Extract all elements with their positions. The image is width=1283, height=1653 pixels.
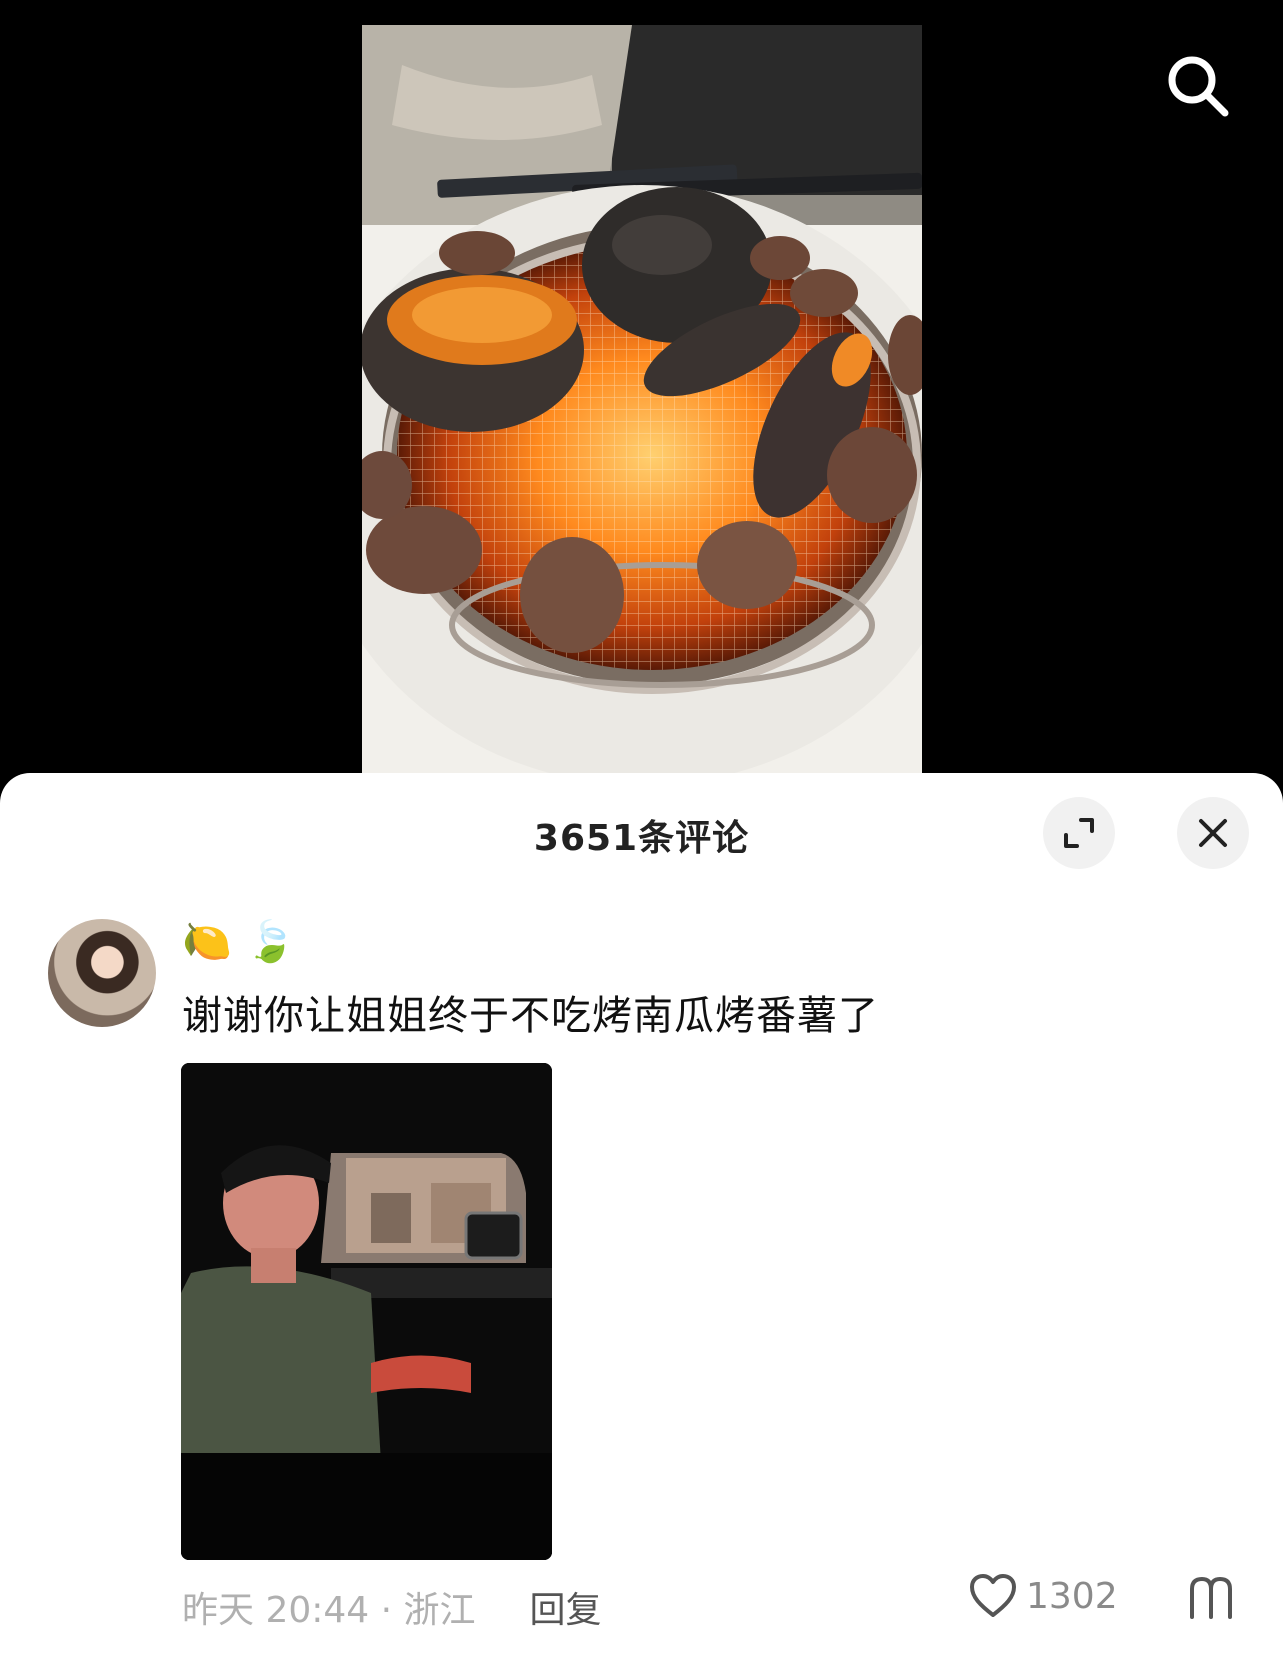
- expand-button[interactable]: [1043, 797, 1115, 869]
- expand-icon: [1064, 818, 1094, 848]
- comment-text: 谢谢你让姐姐终于不吃烤南瓜烤番薯了: [182, 993, 879, 1039]
- lemon-emoji: 🍋: [182, 918, 232, 965]
- username-emoji[interactable]: 🍋 🍃: [182, 915, 296, 967]
- search-icon: [1168, 56, 1229, 117]
- close-button[interactable]: [1177, 797, 1249, 869]
- dislike-button[interactable]: [1186, 1573, 1236, 1627]
- dislike-icon: [1190, 1577, 1232, 1619]
- reply-button[interactable]: 回复: [530, 1581, 602, 1633]
- search-button[interactable]: [1162, 50, 1234, 122]
- comment-sheet: 3651条评论 🍋 🍃 谢谢你让姐姐终于不吃烤南瓜烤番薯了 昨天 20:44 ·…: [0, 773, 1283, 1653]
- grill-video-frame: [362, 25, 922, 773]
- like-button[interactable]: 1302: [968, 1573, 1118, 1619]
- comment-image[interactable]: [181, 1063, 552, 1560]
- close-icon: [1199, 819, 1227, 847]
- avatar[interactable]: [48, 919, 156, 1027]
- leaf-emoji: 🍃: [245, 918, 296, 965]
- like-count: 1302: [1026, 1575, 1118, 1617]
- car-driver-image: [181, 1063, 552, 1560]
- heart-icon: [970, 1574, 1016, 1617]
- comment-time-location: 昨天 20:44 · 浙江: [182, 1590, 476, 1631]
- comment-meta: 昨天 20:44 · 浙江 回复: [182, 1581, 602, 1633]
- video-player[interactable]: [362, 25, 922, 773]
